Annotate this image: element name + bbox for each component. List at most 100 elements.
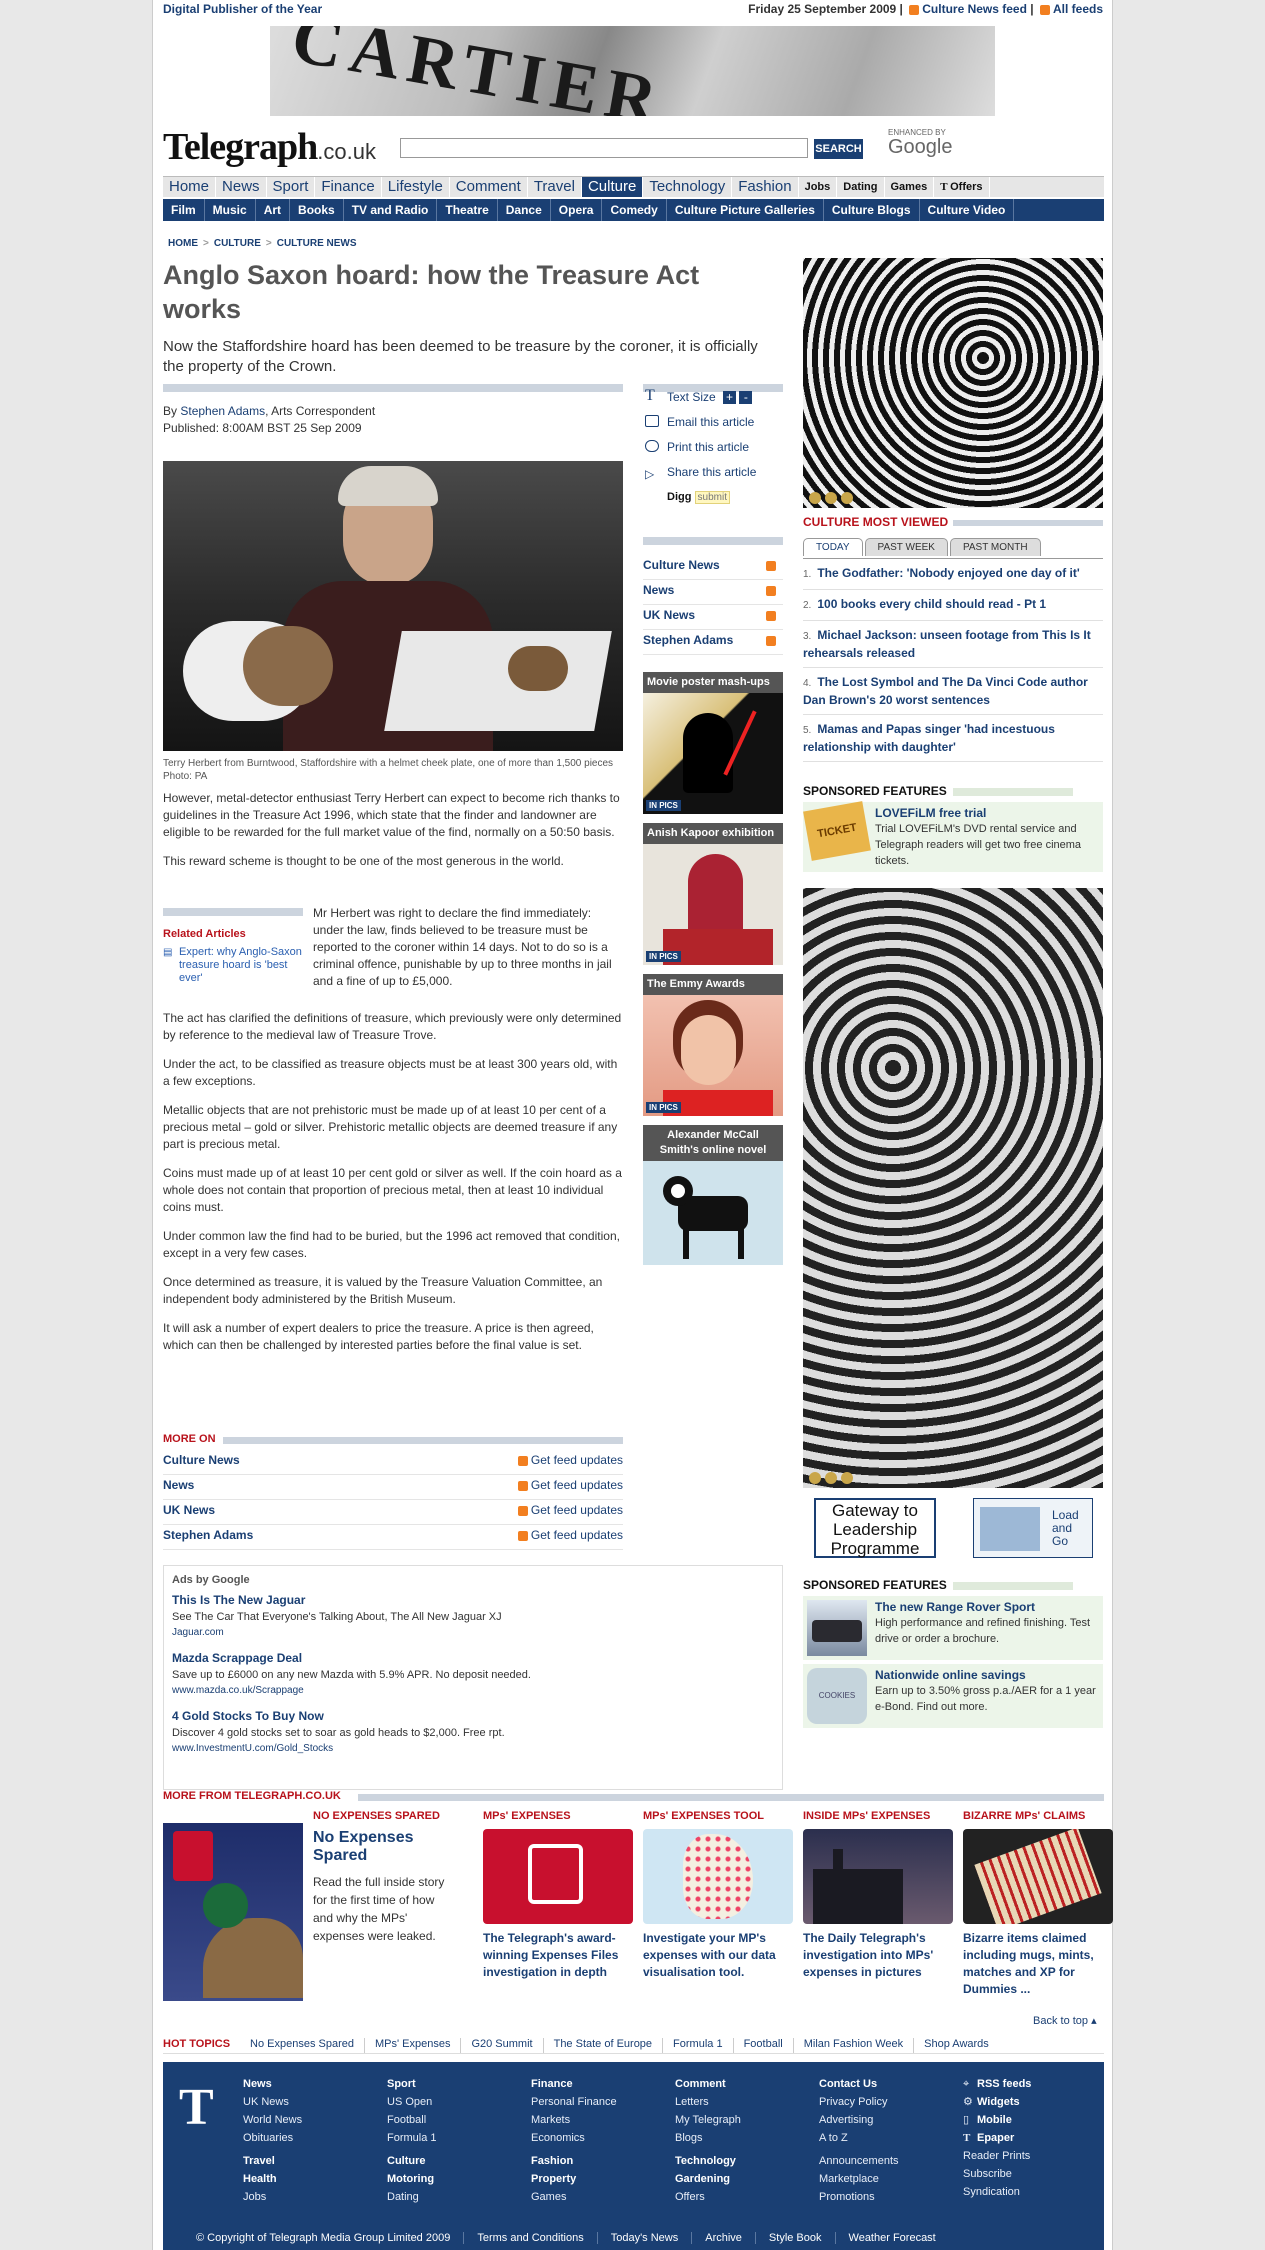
ad-title[interactable]: This Is The New Jaguar xyxy=(172,1592,774,1609)
feed-news[interactable]: News xyxy=(643,580,783,605)
footer-link[interactable]: Football xyxy=(387,2114,426,2126)
ad-url[interactable]: www.mazda.co.uk/Scrappage xyxy=(172,1684,774,1698)
subnav-comedy[interactable]: Comedy xyxy=(602,199,667,221)
more-on-link[interactable]: Stephen Adams xyxy=(163,1528,253,1542)
nav-fashion[interactable]: Fashion xyxy=(732,177,799,197)
hot-topic-link[interactable]: Football xyxy=(734,2038,794,2053)
sponsored-item[interactable]: The new Range Rover Sport High performanc… xyxy=(803,1596,1103,1660)
more-on-item[interactable]: UK News Get feed updates xyxy=(163,1500,623,1525)
footer-link[interactable]: Dating xyxy=(387,2191,419,2203)
footer-link[interactable]: A to Z xyxy=(819,2132,848,2144)
footer-link[interactable]: Fashion xyxy=(531,2152,573,2170)
tab-past-week[interactable]: PAST WEEK xyxy=(864,538,948,556)
digg-link[interactable]: Digg submit xyxy=(643,488,783,513)
footer-bottom-link[interactable]: Archive xyxy=(692,2232,756,2244)
culture-news-feed-link[interactable]: Culture News feed xyxy=(922,2,1027,16)
hot-topic-link[interactable]: Shop Awards xyxy=(914,2038,999,2053)
right-mpu-ad[interactable] xyxy=(803,258,1103,508)
subnav-music[interactable]: Music xyxy=(205,199,256,221)
more-on-link[interactable]: Culture News xyxy=(163,1453,240,1467)
most-viewed-link[interactable]: 100 books every child should read - Pt 1 xyxy=(817,597,1046,611)
footer-link[interactable]: Blogs xyxy=(675,2132,703,2144)
breadcrumb-culture[interactable]: CULTURE xyxy=(214,238,261,249)
hot-topic-link[interactable]: The State of Europe xyxy=(544,2038,664,2053)
footer-link[interactable]: Markets xyxy=(531,2114,570,2126)
breadcrumb-culture-news[interactable]: CULTURE NEWS xyxy=(277,238,357,249)
footer-link[interactable]: US Open xyxy=(387,2096,432,2108)
footer-bottom-link[interactable]: Style Book xyxy=(756,2232,836,2244)
more-on-link[interactable]: UK News xyxy=(163,1503,215,1517)
footer-link[interactable]: Formula 1 xyxy=(387,2132,437,2144)
alexander-mccall-smith-novel[interactable]: Alexander McCall Smith's online novel xyxy=(643,1125,783,1265)
feature-link[interactable]: The Daily Telegraph's investigation into… xyxy=(803,1930,953,1981)
right-skyscraper-ad[interactable] xyxy=(803,888,1103,1488)
subnav-blogs[interactable]: Culture Blogs xyxy=(824,199,920,221)
stop-icon[interactable] xyxy=(825,1472,837,1484)
subnav-opera[interactable]: Opera xyxy=(551,199,603,221)
print-article-link[interactable]: Print this article xyxy=(643,438,783,463)
gateway-leadership-ad[interactable]: Gateway to Leadership Programme xyxy=(814,1498,936,1558)
pause-icon[interactable] xyxy=(809,1472,821,1484)
subnav-art[interactable]: Art xyxy=(256,199,291,221)
related-link[interactable]: ▤ Expert: why Anglo-Saxon treasure hoard … xyxy=(163,946,303,985)
footer-link[interactable]: Technology xyxy=(675,2152,736,2170)
feature-link[interactable]: Investigate your MP's expenses with our … xyxy=(643,1930,793,1981)
nav-finance[interactable]: Finance xyxy=(315,177,382,197)
feature-title[interactable]: No Expenses Spared xyxy=(313,1829,453,1865)
portcullis-image[interactable] xyxy=(483,1829,633,1924)
footer-link[interactable]: Contact Us xyxy=(819,2078,877,2090)
footer-link[interactable]: Letters xyxy=(675,2096,709,2108)
tab-today[interactable]: TODAY xyxy=(803,538,863,556)
more-on-item[interactable]: News Get feed updates xyxy=(163,1475,623,1500)
footer-link[interactable]: Obituaries xyxy=(243,2132,293,2144)
author-link[interactable]: Stephen Adams xyxy=(180,404,265,418)
subnav-film[interactable]: Film xyxy=(163,199,205,221)
footer-bottom-link[interactable]: Weather Forecast xyxy=(836,2232,949,2244)
footer-link[interactable]: Advertising xyxy=(819,2114,873,2126)
footer-link[interactable]: Finance xyxy=(531,2078,573,2090)
footer-link[interactable]: Culture xyxy=(387,2152,426,2170)
footer-link[interactable]: Promotions xyxy=(819,2191,875,2203)
sponsored-title[interactable]: LOVEFiLM free trial xyxy=(875,806,1099,821)
rss-icon[interactable] xyxy=(766,586,776,596)
email-article-link[interactable]: Email this article xyxy=(643,413,783,438)
footer-link[interactable]: Mobile xyxy=(977,2114,1012,2126)
footer-link[interactable]: Widgets xyxy=(977,2096,1020,2108)
share-article-link[interactable]: ▷ Share this article xyxy=(643,463,783,488)
get-feed-updates-link[interactable]: Get feed updates xyxy=(515,1528,623,1542)
most-viewed-link[interactable]: The Lost Symbol and The Da Vinci Code au… xyxy=(803,675,1088,707)
uk-map-image[interactable] xyxy=(643,1829,793,1924)
footer-link[interactable]: Epaper xyxy=(977,2132,1014,2144)
nav-dating[interactable]: Dating xyxy=(837,177,885,197)
all-feeds-link[interactable]: All feeds xyxy=(1053,2,1103,16)
search-button[interactable]: SEARCH xyxy=(814,139,863,159)
nav-comment[interactable]: Comment xyxy=(450,177,528,197)
pause-icon[interactable] xyxy=(809,492,821,504)
footer-link[interactable]: World News xyxy=(243,2114,302,2126)
hot-topic-link[interactable]: No Expenses Spared xyxy=(240,2038,365,2053)
most-viewed-link[interactable]: The Godfather: 'Nobody enjoyed one day o… xyxy=(817,566,1079,580)
most-viewed-item[interactable]: 5. Mamas and Papas singer 'had incestuous… xyxy=(803,715,1103,762)
google-ad[interactable]: Mazda Scrappage Deal Save up to £6000 on … xyxy=(172,1650,774,1698)
feed-uk-news[interactable]: UK News xyxy=(643,605,783,630)
footer-link[interactable]: Subscribe xyxy=(963,2168,1012,2180)
decrease-text-button[interactable]: - xyxy=(739,391,753,404)
footer-link[interactable]: Personal Finance xyxy=(531,2096,617,2108)
footer-link[interactable]: Economics xyxy=(531,2132,585,2144)
hot-topic-link[interactable]: G20 Summit xyxy=(461,2038,544,2053)
nav-lifestyle[interactable]: Lifestyle xyxy=(382,177,450,197)
footer-bottom-link[interactable]: Today's News xyxy=(598,2232,693,2244)
matchbox-image[interactable] xyxy=(963,1829,1113,1924)
banner-ad[interactable]: CARTIER xyxy=(270,26,995,116)
footer-link[interactable]: Syndication xyxy=(963,2186,1020,2198)
ad-title[interactable]: Mazda Scrappage Deal xyxy=(172,1650,774,1667)
nav-games[interactable]: Games xyxy=(885,177,935,197)
sponsored-title[interactable]: Nationwide online savings xyxy=(875,1668,1099,1683)
ad-url[interactable]: Jaguar.com xyxy=(172,1626,774,1640)
footer-link[interactable]: My Telegraph xyxy=(675,2114,741,2126)
most-viewed-item[interactable]: 1. The Godfather: 'Nobody enjoyed one day… xyxy=(803,559,1103,590)
sponsored-title[interactable]: The new Range Rover Sport xyxy=(875,1600,1099,1615)
most-viewed-item[interactable]: 3. Michael Jackson: unseen footage from T… xyxy=(803,621,1103,668)
footer-link[interactable]: Health xyxy=(243,2173,277,2185)
footer-link[interactable]: Motoring xyxy=(387,2173,434,2185)
